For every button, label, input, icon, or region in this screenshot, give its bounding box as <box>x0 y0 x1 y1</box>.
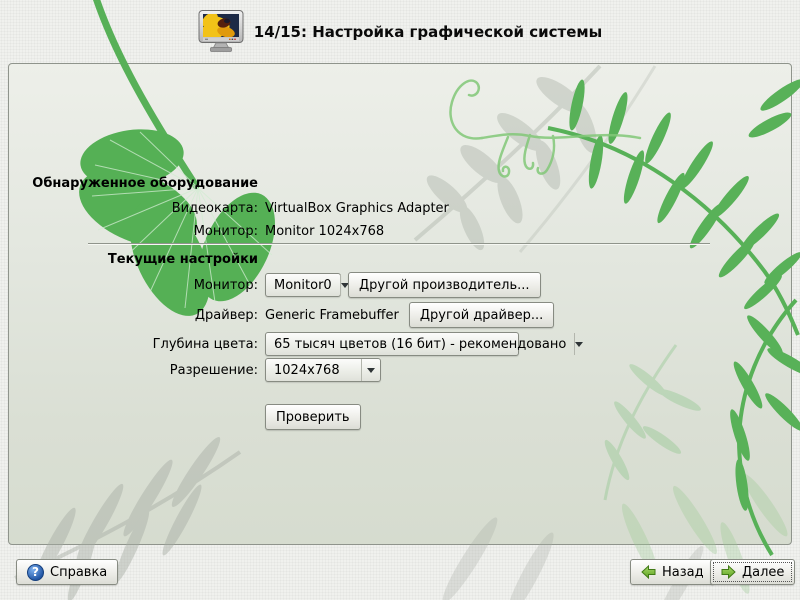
arrow-right-icon <box>721 565 736 579</box>
back-button[interactable]: Назад <box>630 559 715 585</box>
videocard-label: Видеокарта: <box>8 201 258 216</box>
driver-row: Драйвер: Generic Framebuffer Другой драй… <box>8 302 792 328</box>
section-separator <box>88 243 710 245</box>
graphics-setup-form: Обнаруженное оборудование Видеокарта: Vi… <box>8 63 792 545</box>
driver-label: Драйвер: <box>8 308 258 323</box>
help-button[interactable]: ? Справка <box>16 559 118 585</box>
resolution-value: 1024x768 <box>266 363 348 378</box>
monitor-label: Монитор: <box>8 278 258 293</box>
resolution-row: Разрешение: 1024x768 <box>8 358 792 382</box>
next-button[interactable]: Далее <box>710 559 795 585</box>
other-driver-button[interactable]: Другой драйвер... <box>409 302 554 328</box>
detected-monitor-row: Монитор: Monitor 1024x768 <box>8 224 792 239</box>
videocard-value: VirtualBox Graphics Adapter <box>265 201 449 216</box>
monitor-combobox-value: Monitor0 <box>266 278 340 293</box>
settings-section: Текущие настройки <box>8 252 792 267</box>
resolution-label: Разрешение: <box>8 363 258 378</box>
hardware-heading: Обнаруженное оборудование <box>8 176 258 191</box>
chevron-down-icon <box>574 333 583 355</box>
videocard-row: Видеокарта: VirtualBox Graphics Adapter <box>8 201 792 216</box>
driver-value: Generic Framebuffer <box>265 308 399 323</box>
page-title: 14/15: Настройка графической системы <box>254 23 602 41</box>
arrow-left-icon <box>641 565 656 579</box>
monitor-photo-icon <box>198 10 244 54</box>
chevron-down-icon <box>361 359 380 381</box>
wizard-header: 14/15: Настройка графической системы <box>0 0 800 63</box>
back-button-label: Назад <box>662 565 704 580</box>
hardware-section: Обнаруженное оборудование <box>8 176 792 191</box>
settings-heading: Текущие настройки <box>8 252 258 267</box>
other-vendor-button[interactable]: Другой производитель... <box>348 272 541 298</box>
test-button[interactable]: Проверить <box>265 404 361 430</box>
monitor-combobox[interactable]: Monitor0 <box>265 273 341 297</box>
color-depth-label: Глубина цвета: <box>8 337 258 352</box>
color-depth-row: Глубина цвета: 65 тысяч цветов (16 бит) … <box>8 332 792 356</box>
color-depth-combobox[interactable]: 65 тысяч цветов (16 бит) - рекомендовано <box>265 332 519 356</box>
monitor-row: Монитор: Monitor0 Другой производитель..… <box>8 272 792 298</box>
detected-monitor-label: Монитор: <box>8 224 258 239</box>
resolution-combobox[interactable]: 1024x768 <box>265 358 381 382</box>
help-button-label: Справка <box>50 565 107 580</box>
detected-monitor-value: Monitor 1024x768 <box>265 224 384 239</box>
installer-window: { "header": { "step_title": "14/15: Наст… <box>0 0 800 600</box>
next-button-label: Далее <box>742 565 784 580</box>
question-mark-icon: ? <box>27 564 44 581</box>
color-depth-value: 65 тысяч цветов (16 бит) - рекомендовано <box>266 337 574 352</box>
